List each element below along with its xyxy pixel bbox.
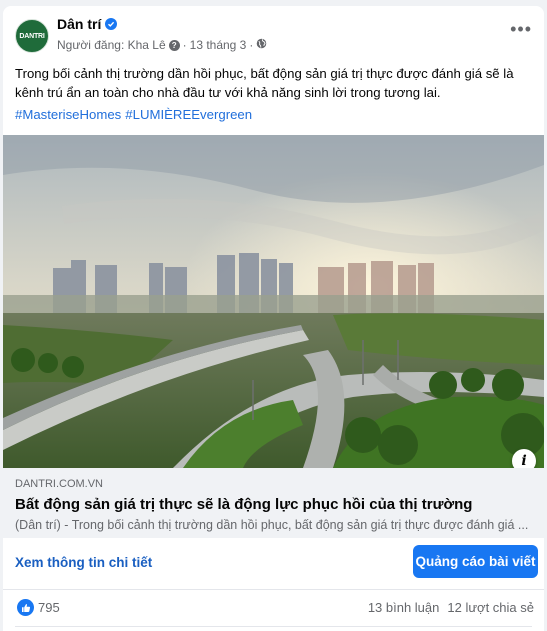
globe-icon: [256, 38, 267, 52]
share-count[interactable]: 12 lượt chia sẻ: [447, 600, 534, 615]
post-stats: 795 13 bình luận 12 lượt chia sẻ: [3, 596, 544, 622]
link-domain: DANTRI.COM.VN: [15, 478, 103, 490]
hashtag-lumiere-evergreen[interactable]: #LUMIÈREEvergreen: [125, 107, 252, 122]
comment-count[interactable]: 13 bình luận: [368, 600, 440, 615]
link-preview[interactable]: DANTRI.COM.VN Bất động sản giá trị thực …: [3, 468, 544, 538]
divider: [15, 626, 532, 627]
page-name-row: Dân trí: [57, 16, 118, 32]
verified-icon: [105, 18, 118, 30]
more-icon[interactable]: •••: [510, 20, 532, 38]
meta-separator-2: ·: [249, 38, 254, 52]
post-header: DANTRI Dân trí Người đăng: Kha Lê ? · 13…: [3, 6, 544, 60]
link-title[interactable]: Bất động sản giá trị thực sẽ là động lực…: [15, 496, 532, 513]
hashtags: #MasteriseHomes #LUMIÈREEvergreen: [15, 107, 252, 122]
help-icon[interactable]: ?: [168, 39, 180, 51]
posted-by: Người đăng: Kha Lê: [57, 38, 166, 52]
page-avatar[interactable]: DANTRI: [15, 19, 49, 53]
post-meta: Người đăng: Kha Lê ? · 13 tháng 3 ·: [57, 38, 267, 52]
post-date[interactable]: 13 tháng 3: [190, 38, 247, 52]
post-card: DANTRI Dân trí Người đăng: Kha Lê ? · 13…: [3, 6, 544, 631]
cta-row: Xem thông tin chi tiết Quảng cáo bài viế…: [3, 538, 544, 590]
link-description: (Dân trí) - Trong bối cảnh thị trường dầ…: [15, 518, 529, 532]
hashtag-masterisehomes[interactable]: #MasteriseHomes: [15, 107, 121, 122]
promote-post-button[interactable]: Quảng cáo bài viết: [413, 545, 538, 578]
engagement-stats: 13 bình luận 12 lượt chia sẻ: [368, 600, 534, 615]
page-name[interactable]: Dân trí: [57, 16, 101, 32]
post-text: Trong bối cảnh thị trường dần hồi phục, …: [15, 66, 514, 100]
details-link[interactable]: Xem thông tin chi tiết: [15, 555, 152, 570]
post-photo[interactable]: [3, 135, 544, 468]
meta-separator: ·: [182, 38, 187, 52]
reaction-count[interactable]: 795: [38, 600, 60, 615]
like-icon: [17, 599, 34, 616]
